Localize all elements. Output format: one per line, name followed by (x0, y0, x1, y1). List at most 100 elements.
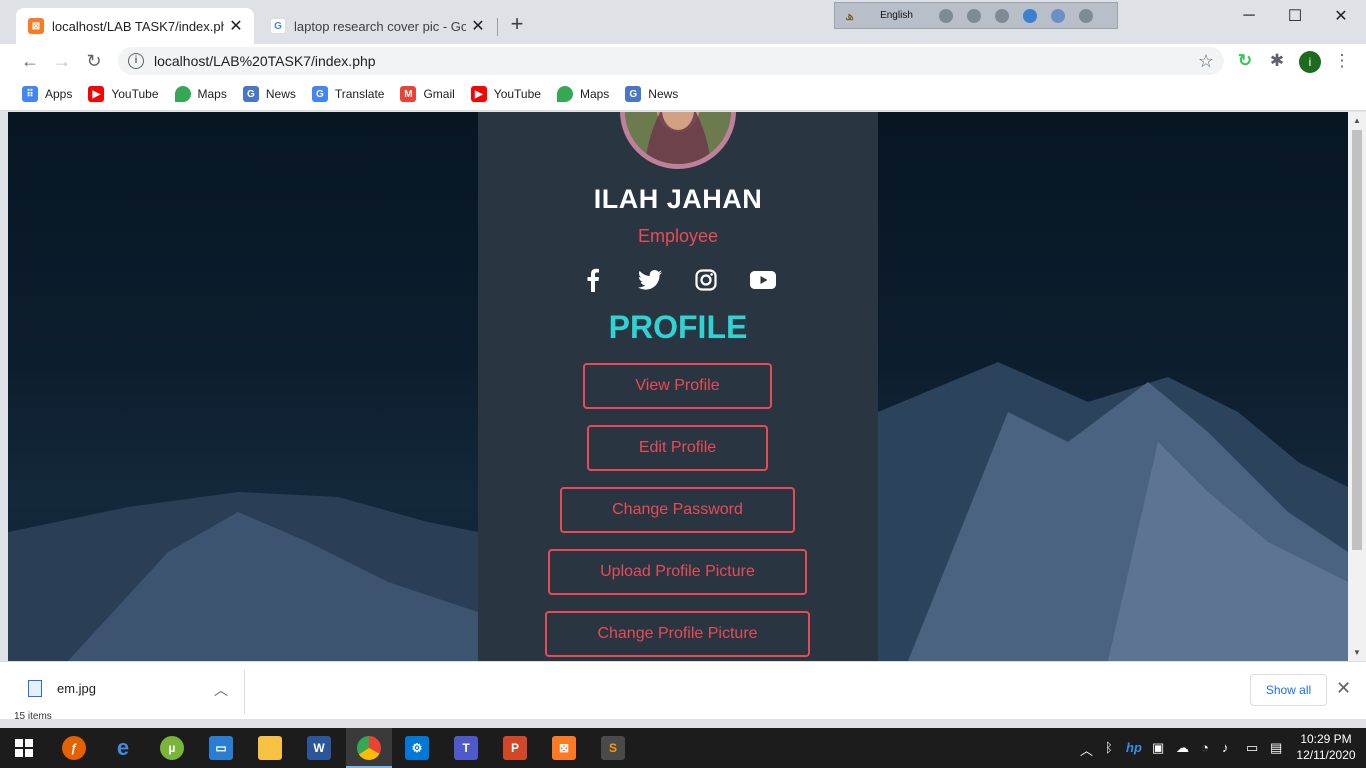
profile-picture (620, 112, 736, 169)
minimize-button[interactable]: ─ (1226, 0, 1272, 32)
bluetooth-icon[interactable]: ᛒ (1105, 740, 1113, 755)
xampp-icon[interactable]: ⊠ (548, 732, 580, 764)
extensions-icon[interactable]: ✱ (1266, 50, 1288, 72)
gmail-icon: M (400, 86, 417, 102)
firefox-icon[interactable]: ƒ (58, 732, 90, 764)
device-icon[interactable]: ▣ (1152, 740, 1164, 756)
onedrive-cloud-icon[interactable]: ☁ (1176, 740, 1189, 756)
settings-gear-icon[interactable]: ⚙ (401, 732, 433, 764)
word-icon[interactable]: W (303, 732, 335, 764)
change-password-button[interactable]: Change Password (560, 487, 795, 533)
chrome-icon[interactable] (353, 732, 385, 764)
system-clock[interactable]: 10:29 PM 12/11/2020 (1296, 731, 1356, 763)
bookmark-maps[interactable]: Maps (174, 86, 227, 102)
facebook-icon[interactable] (578, 265, 608, 295)
scrollbar-thumb[interactable] (1352, 130, 1362, 550)
tab-strip: ⊠ localhost/LAB TASK7/index.php ✕ G lapt… (0, 0, 1366, 44)
close-tab-icon[interactable]: ✕ (466, 16, 490, 36)
close-tab-icon[interactable]: ✕ (224, 16, 248, 36)
battery-icon[interactable]: ▭ (1246, 740, 1258, 756)
close-shelf-icon[interactable]: ✕ (1336, 678, 1351, 699)
instagram-icon[interactable] (691, 265, 721, 295)
chevron-up-icon[interactable]: ︿ (214, 680, 228, 700)
volume-icon[interactable]: ♪ (1222, 740, 1229, 755)
maximize-button[interactable]: ☐ (1272, 0, 1318, 32)
tab-google-search[interactable]: G laptop research cover pic - Goog ✕ (258, 8, 496, 44)
page-viewport: ILAH JAHAN Employee PROFILE View Profile… (8, 112, 1348, 661)
profile-avatar-button[interactable]: i (1299, 51, 1321, 73)
youtube-icon: ▶ (470, 86, 487, 102)
bookmark-maps[interactable]: Maps (556, 86, 609, 102)
bookmark-label: YouTube (493, 87, 541, 101)
bookmark-label: Gmail (423, 87, 455, 101)
download-item[interactable]: em.jpg (28, 680, 96, 697)
wifi-icon[interactable]: ◔ (1201, 740, 1209, 755)
teams-icon[interactable]: T (450, 732, 482, 764)
bookmark-youtube[interactable]: ▶ YouTube (470, 86, 541, 102)
social-links (578, 265, 778, 295)
utorrent-icon[interactable]: µ (156, 732, 188, 764)
scroll-down-icon[interactable]: ▼ (1348, 648, 1366, 657)
hp-icon[interactable]: hp (1126, 740, 1142, 755)
update-refresh-icon[interactable]: ↻ (1234, 50, 1256, 72)
upload-profile-picture-button[interactable]: Upload Profile Picture (548, 549, 807, 595)
bookmark-star-icon[interactable]: ☆ (1198, 51, 1214, 72)
bookmark-translate[interactable]: G Translate (311, 86, 384, 102)
bookmark-news[interactable]: G News (242, 86, 296, 102)
vertical-scrollbar[interactable]: ▲ ▼ (1348, 112, 1366, 661)
bookmark-label: Maps (197, 87, 227, 101)
reload-button[interactable]: ↻ (82, 49, 106, 73)
change-profile-picture-button[interactable]: Change Profile Picture (545, 611, 810, 657)
language-icon[interactable]: ▤ (1270, 740, 1282, 756)
pen-icon[interactable] (966, 8, 981, 23)
back-button[interactable]: ← (18, 49, 42, 73)
chevron-up-icon[interactable]: ︿ (1080, 740, 1093, 759)
ie-icon[interactable] (1022, 8, 1037, 23)
windows-start-icon[interactable] (8, 732, 40, 764)
maps-icon (556, 86, 573, 102)
clock-date: 12/11/2020 (1296, 748, 1356, 762)
section-title: PROFILE (608, 309, 748, 345)
bookmark-gmail[interactable]: M Gmail (400, 86, 455, 102)
settings-icon[interactable] (994, 8, 1009, 23)
tab-title: localhost/LAB TASK7/index.php (52, 18, 224, 34)
news-icon: G (242, 86, 259, 102)
close-window-button[interactable]: ✕ (1318, 0, 1364, 32)
twitter-icon[interactable] (635, 265, 665, 295)
shelf-divider (244, 670, 245, 714)
edge-icon[interactable]: e (107, 732, 139, 764)
language-bar[interactable]: ھ English (834, 2, 1118, 29)
sublime-text-icon[interactable]: S (597, 732, 629, 764)
bookmarks-bar: ⠿ Apps ▶ YouTube Maps G News G Translate M Gm… (0, 78, 1366, 111)
menu-kebab-icon[interactable]: ⋮ (1331, 50, 1353, 72)
view-profile-button[interactable]: View Profile (583, 363, 772, 409)
site-info-icon[interactable]: i (128, 53, 144, 69)
help-icon[interactable] (1050, 8, 1065, 23)
bookmark-apps[interactable]: ⠿ Apps (22, 86, 72, 102)
bookmark-youtube[interactable]: ▶ YouTube (88, 86, 159, 102)
keyboard-icon[interactable] (938, 8, 953, 23)
bookmark-label: YouTube (111, 87, 159, 101)
info-icon[interactable] (1078, 8, 1093, 23)
address-url[interactable]: localhost/LAB%20TASK7/index.php (154, 53, 1198, 69)
show-all-button[interactable]: Show all (1250, 674, 1327, 706)
youtube-icon: ▶ (88, 86, 105, 102)
new-tab-button[interactable]: + (505, 13, 529, 37)
bookmark-news[interactable]: G News (625, 86, 678, 102)
bookmark-label: News (648, 87, 679, 101)
file-explorer-icon[interactable] (254, 732, 286, 764)
download-filename: em.jpg (57, 681, 97, 696)
remote-desktop-icon[interactable]: ▭ (205, 732, 237, 764)
tab-localhost[interactable]: ⊠ localhost/LAB TASK7/index.php ✕ (16, 8, 254, 44)
powerpoint-icon[interactable]: P (499, 732, 531, 764)
language-label[interactable]: English (880, 10, 913, 21)
forward-button[interactable]: → (50, 49, 74, 73)
edit-profile-button[interactable]: Edit Profile (587, 425, 768, 471)
youtube-icon[interactable] (748, 265, 778, 295)
input-method-icon[interactable]: ھ (845, 8, 854, 24)
address-bar[interactable]: i localhost/LAB%20TASK7/index.php ☆ (118, 47, 1224, 75)
tab-title: laptop research cover pic - Goog (294, 18, 466, 34)
download-shelf: em.jpg ︿ Show all ✕ (0, 661, 1366, 719)
scroll-up-icon[interactable]: ▲ (1348, 116, 1366, 125)
translate-icon: G (311, 86, 328, 102)
